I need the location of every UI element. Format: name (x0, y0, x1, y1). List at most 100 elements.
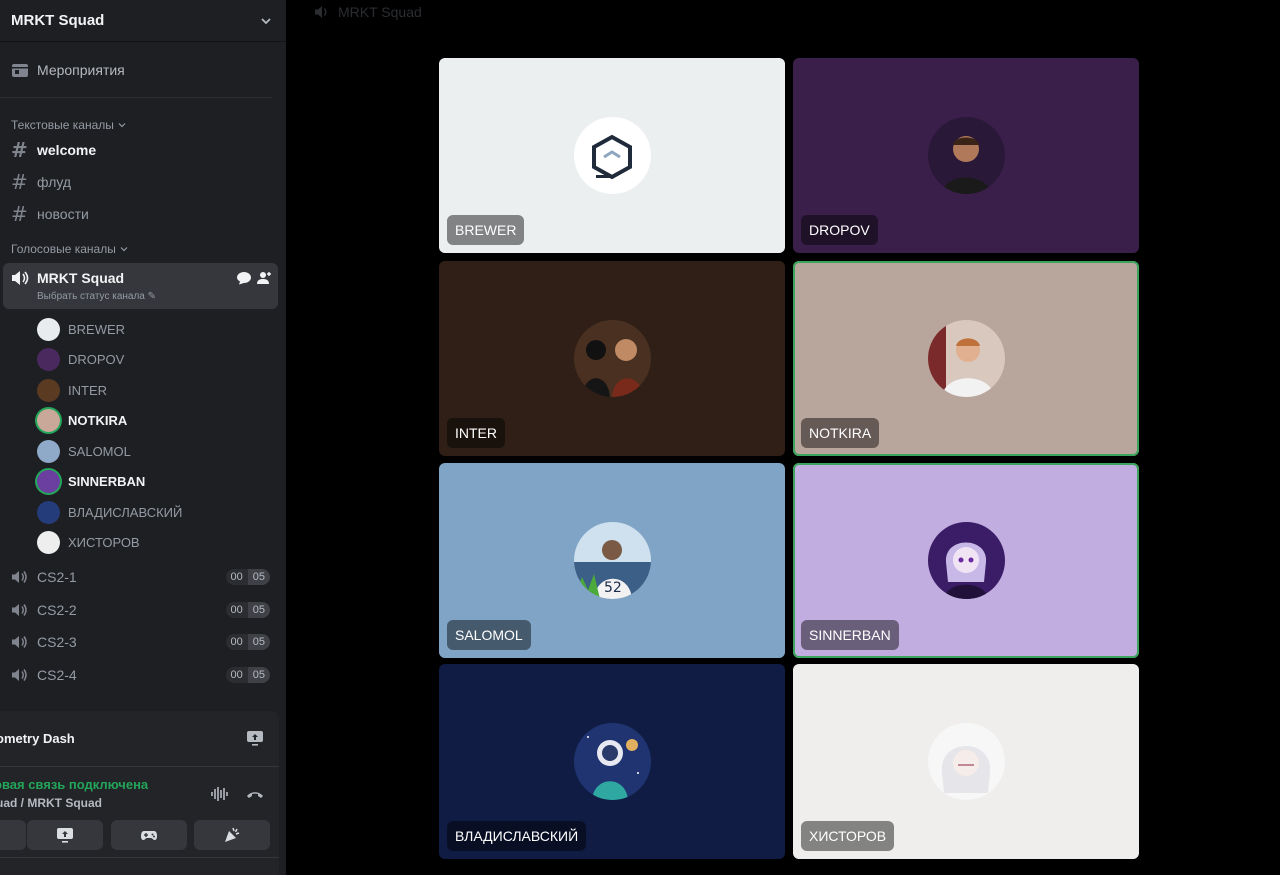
current-count: 00 (225, 666, 248, 683)
chevron-down-icon (120, 247, 128, 252)
avatar (573, 320, 651, 397)
speaker-icon (12, 271, 29, 285)
avatar (37, 409, 60, 433)
chat-bubble-icon[interactable] (236, 271, 252, 285)
current-count: 00 (225, 634, 248, 651)
participant-name: SINNERBAN (801, 620, 899, 650)
user-limit-badge: 00 05 (225, 601, 270, 618)
astronaut-icon (586, 736, 639, 800)
avatar (37, 500, 60, 524)
channel-label: welcome (37, 142, 97, 158)
avatar (37, 348, 60, 372)
speaker-icon (12, 571, 27, 584)
member-name: INTER (68, 382, 107, 398)
participant-name: BREWER (447, 215, 525, 245)
category-label: Текстовые каналы (11, 118, 114, 132)
person-icon (581, 339, 644, 397)
voice-member[interactable]: SALOMOL (0, 436, 286, 467)
server-header[interactable]: MRKT Squad (0, 0, 286, 42)
gamepad-icon (141, 831, 157, 840)
active-voice-channel[interactable]: MRKT Squad Выбрать статус канала ✎ (3, 263, 278, 309)
speaker-icon (315, 6, 327, 18)
noise-suppression-icon[interactable] (210, 785, 230, 803)
user-limit-badge: 00 05 (225, 666, 270, 683)
server-name: MRKT Squad (11, 12, 105, 29)
participant-tile[interactable]: NOTKIRA (793, 261, 1139, 456)
text-channels-category[interactable]: Текстовые каналы (0, 116, 286, 134)
page-title-text: MRKT Squad (338, 4, 422, 20)
participant-tile[interactable]: BREWER (439, 58, 785, 253)
speaker-icon (12, 668, 27, 681)
divider (0, 857, 279, 858)
member-name: ХИСТОРОВ (68, 535, 140, 551)
member-name: SINNERBAN (68, 474, 146, 490)
max-count: 05 (247, 634, 270, 651)
voice-channel-status[interactable]: Выбрать статус канала ✎ (37, 291, 156, 302)
voice-members-list: BREWER DROPOV INTER NOTKIRA SALOMOL SINN… (0, 314, 286, 558)
channel-welcome[interactable]: # welcome (0, 134, 286, 166)
voice-member[interactable]: NOTKIRA (0, 406, 286, 437)
participant-tile[interactable]: ВЛАДИСЛАВСКИЙ (439, 664, 785, 859)
speaker-icon (12, 636, 27, 649)
avatar (37, 470, 60, 494)
events-item[interactable]: Мероприятия (0, 42, 272, 98)
participant-tile[interactable]: INTER (439, 261, 785, 456)
voice-channels-category[interactable]: Голосовые каналы (0, 240, 286, 258)
events-label: Мероприятия (37, 61, 125, 78)
activities-button[interactable] (111, 820, 187, 850)
voice-member[interactable]: ХИСТОРОВ (0, 528, 286, 559)
svg-text:52: 52 (604, 580, 622, 596)
avatar (927, 320, 1005, 397)
avatar (37, 317, 60, 341)
person-icon (927, 320, 994, 397)
participant-tile[interactable]: ХИСТОРОВ (793, 664, 1139, 859)
participant-tile[interactable]: SINNERBAN (793, 463, 1139, 658)
current-count: 00 (225, 569, 248, 586)
avatar (37, 439, 60, 463)
camera-button[interactable] (0, 820, 26, 850)
connection-status[interactable]: овая связь подключена (0, 777, 148, 792)
voice-member[interactable]: DROPOV (0, 345, 286, 376)
hash-icon: # (11, 138, 28, 162)
screen-share-button[interactable] (27, 820, 103, 850)
voice-channel-cs2-4[interactable]: CS2-4 00 05 (0, 659, 286, 692)
channel-label: флуд (37, 174, 72, 190)
participant-tile[interactable]: 52 SALOMOL (439, 463, 785, 658)
soundboard-icon (225, 827, 240, 842)
hash-icon: # (11, 170, 28, 194)
invite-user-icon[interactable] (256, 271, 272, 285)
avatar: 52 (573, 522, 651, 599)
voice-status-panel: ometry Dash овая связь подключена uad / … (0, 711, 279, 875)
member-name: NOTKIRA (68, 413, 128, 429)
voice-channel-cs2-3[interactable]: CS2-3 00 05 (0, 626, 286, 659)
voice-channel-name: MRKT Squad (37, 270, 125, 286)
screen-share-icon[interactable] (246, 729, 264, 747)
voice-channel-label: CS2-3 (37, 634, 77, 651)
max-count: 05 (247, 666, 270, 683)
chevron-down-icon (261, 17, 271, 24)
channel-news[interactable]: # новости (0, 198, 286, 230)
voice-channel-cs2-1[interactable]: CS2-1 00 05 (0, 561, 286, 594)
voice-channel-cs2-2[interactable]: CS2-2 00 05 (0, 594, 286, 627)
connection-location: uad / MRKT Squad (0, 796, 102, 810)
voice-member[interactable]: SINNERBAN (0, 467, 286, 498)
hash-icon: # (11, 202, 28, 226)
voice-member[interactable]: ВЛАДИСЛАВСКИЙ (0, 497, 286, 528)
max-count: 05 (247, 569, 270, 586)
person-icon: 52 (573, 540, 651, 599)
channel-label: новости (37, 206, 89, 222)
voice-channel-label: CS2-4 (37, 666, 77, 683)
participant-tile[interactable]: DROPOV (793, 58, 1139, 253)
member-name: ВЛАДИСЛАВСКИЙ (68, 504, 183, 520)
voice-member[interactable]: INTER (0, 375, 286, 406)
soundboard-button[interactable] (194, 820, 270, 850)
disconnect-icon[interactable] (245, 787, 265, 803)
member-name: SALOMOL (68, 443, 131, 459)
channel-flood[interactable]: # флуд (0, 166, 286, 198)
voice-member[interactable]: BREWER (0, 314, 286, 345)
status-text: Выбрать статус канала (37, 291, 145, 302)
logo-icon (591, 134, 632, 180)
participant-name: SALOMOL (447, 620, 531, 650)
person-icon (941, 136, 991, 194)
avatar (573, 117, 651, 194)
